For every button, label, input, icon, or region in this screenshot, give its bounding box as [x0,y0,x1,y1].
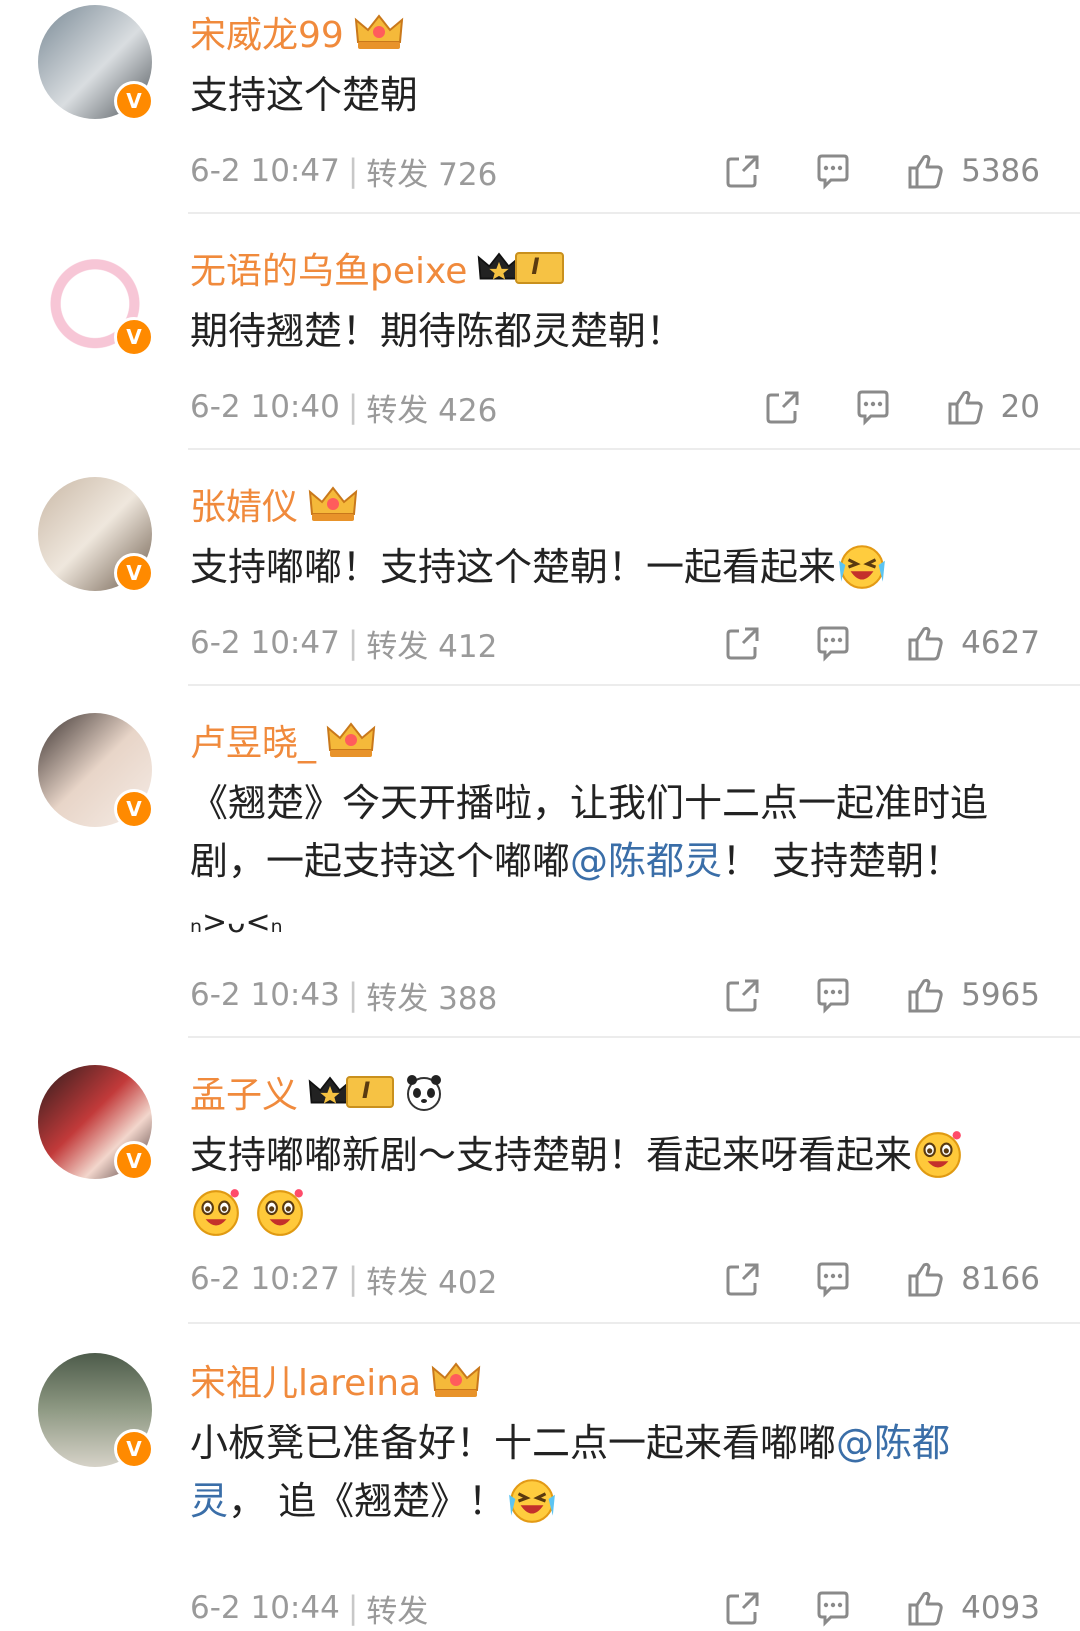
laughing-crying-emoji-icon [836,540,888,592]
divider [188,1036,1080,1038]
crown-icon [308,484,358,524]
timestamp: 6-2 10:27 [190,1261,340,1297]
laughing-crying-emoji-icon [506,1474,558,1526]
repost-count: 转发 726 [366,156,498,193]
comment-icon[interactable] [813,1259,853,1299]
like-button[interactable]: 5965 [905,975,1040,1015]
like-icon [905,623,945,663]
comment-icon[interactable] [853,387,893,427]
like-count: 4627 [961,625,1040,661]
verified-badge-icon: V [114,317,154,357]
timestamp: 6-2 10:40 [190,389,340,425]
username[interactable]: 孟子义 [190,1066,298,1118]
verified-badge-icon: V [114,789,154,829]
avatar[interactable]: V [38,713,154,829]
username[interactable]: 张婧仪 [190,478,298,530]
share-icon[interactable] [723,975,763,1015]
heart-eyes-emoji-icon [912,1128,964,1180]
username[interactable]: 无语的乌鱼peixe [190,242,467,294]
verified-badge-icon: V [114,1141,154,1181]
comment-text: 支持这个楚朝 [190,73,419,117]
verified-badge-icon: V [114,81,154,121]
repost-count: 转发 388 [366,980,498,1017]
comment-icon[interactable] [813,623,853,663]
comment-text: 支持嘟嘟！支持这个楚朝！一起看起来 [190,538,1020,596]
share-icon[interactable] [763,387,803,427]
mention-link[interactable]: 灵 [190,1479,228,1523]
level-badge-text: I [346,1076,395,1108]
like-count: 5386 [961,153,1040,189]
comment-icon[interactable] [813,1588,853,1628]
timestamp: 6-2 10:47 [190,625,340,661]
avatar[interactable]: V [38,5,154,121]
like-count: 5965 [961,977,1040,1013]
username[interactable]: 宋祖儿lareina [190,1354,421,1406]
avatar[interactable]: V [38,1353,154,1469]
like-icon [905,1588,945,1628]
like-count: 20 [1000,389,1040,425]
repost-count: 转发 412 [366,628,498,665]
like-icon [905,975,945,1015]
crown-icon [431,1360,481,1400]
crown-icon [326,720,376,760]
kaomoji: ₙ>ᴗ<ₙ [190,905,283,940]
like-icon [945,387,985,427]
like-icon [905,151,945,191]
divider [188,212,1080,214]
mention-link[interactable]: @陈都灵 [570,839,722,883]
level-badge-text: I [515,252,564,284]
like-button[interactable]: 4093 [905,1588,1040,1628]
comment-text: 期待翘楚！期待陈都灵楚朝！ [190,309,685,353]
level-badge: I [308,1076,395,1108]
like-button[interactable]: 20 [945,387,1040,427]
like-icon [905,1259,945,1299]
level-badge: I [477,252,564,284]
comment-icon[interactable] [813,151,853,191]
username[interactable]: 卢昱晓_ [190,714,316,766]
username[interactable]: 宋威龙99 [190,6,344,58]
avatar[interactable]: V [38,241,154,357]
verified-badge-icon: V [114,1429,154,1469]
comment-icon[interactable] [813,975,853,1015]
like-button[interactable]: 4627 [905,623,1040,663]
share-icon[interactable] [723,1588,763,1628]
share-icon[interactable] [723,1259,763,1299]
verified-badge-icon: V [114,553,154,593]
timestamp: 6-2 10:44 [190,1590,340,1626]
divider: | [347,1590,359,1626]
timestamp: 6-2 10:43 [190,977,340,1013]
divider [188,1322,1080,1324]
repost-count: 转发 426 [366,392,498,429]
comment-text: 《翘楚》今天开播啦，让我们十二点一起准时追剧，一起支持这个嘟嘟@陈都灵！ 支持楚… [190,781,989,940]
panda-icon [407,1075,442,1111]
divider: | [347,389,359,425]
avatar[interactable]: V [38,477,154,593]
like-count: 4093 [961,1590,1040,1626]
avatar[interactable]: V [38,1065,154,1181]
divider: | [347,153,359,189]
divider: | [347,977,359,1013]
divider: | [347,625,359,661]
divider: | [347,1261,359,1297]
comment-text: 小板凳已准备好！十二点一起来看嘟嘟@陈都 灵， 追《翘楚》！ [190,1414,1020,1530]
divider [188,448,1080,450]
mention-link[interactable]: @陈都 [836,1421,950,1465]
crown-icon [354,12,404,52]
like-button[interactable]: 8166 [905,1259,1040,1299]
share-icon[interactable] [723,623,763,663]
repost-count: 转发 [366,1593,429,1630]
heart-eyes-emoji-icon [190,1186,242,1238]
divider [188,684,1080,686]
share-icon[interactable] [723,151,763,191]
heart-eyes-emoji-icon [254,1186,306,1238]
repost-count: 转发 402 [366,1264,498,1301]
like-count: 8166 [961,1261,1040,1297]
timestamp: 6-2 10:47 [190,153,340,189]
like-button[interactable]: 5386 [905,151,1040,191]
comment-text: 支持嘟嘟新剧～支持楚朝！看起来呀看起来 [190,1126,1020,1242]
